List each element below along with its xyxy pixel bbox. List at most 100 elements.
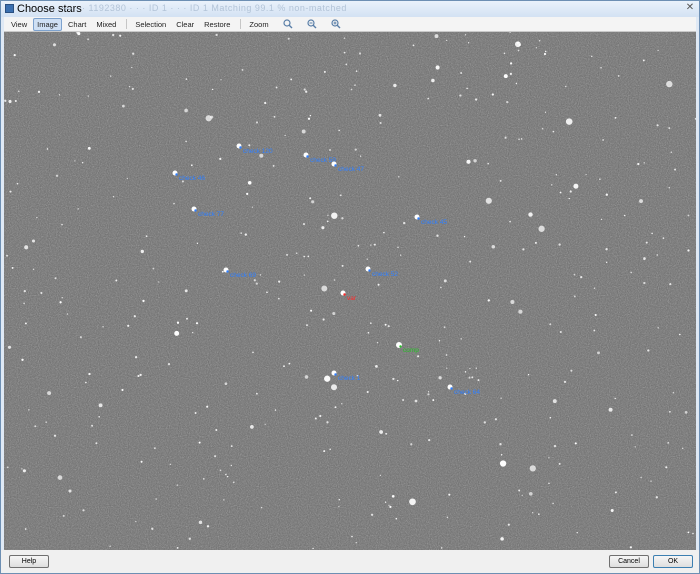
star-field-image[interactable]: check 120 check 59 check 47 check 46 check 7… xyxy=(4,32,696,550)
star xyxy=(288,362,291,365)
star xyxy=(98,403,103,408)
star xyxy=(494,418,498,421)
star xyxy=(132,52,135,55)
star xyxy=(53,434,57,437)
star xyxy=(535,47,538,49)
star xyxy=(548,482,550,485)
star xyxy=(230,445,233,448)
star xyxy=(145,235,148,238)
toolbar-separator xyxy=(240,19,242,29)
star xyxy=(552,399,557,404)
star xyxy=(396,379,399,382)
star xyxy=(329,448,331,451)
star xyxy=(388,504,390,506)
star xyxy=(400,254,402,256)
star xyxy=(600,218,603,221)
star xyxy=(247,180,252,185)
star xyxy=(319,414,322,418)
star xyxy=(431,78,435,83)
star xyxy=(445,354,448,356)
star xyxy=(127,324,130,327)
star xyxy=(303,274,306,276)
star xyxy=(385,432,388,435)
star xyxy=(553,444,557,448)
clear-button[interactable]: Clear xyxy=(172,18,198,31)
star-label-check: check 77 xyxy=(198,211,224,218)
star xyxy=(314,417,317,420)
star xyxy=(687,249,690,252)
star xyxy=(17,90,20,93)
zoom-label: Zoom xyxy=(249,19,269,29)
star xyxy=(409,498,416,506)
star xyxy=(28,409,30,411)
zoom-out-icon[interactable] xyxy=(306,19,317,29)
star xyxy=(77,208,79,210)
star xyxy=(504,136,507,139)
star xyxy=(373,243,376,246)
star xyxy=(47,391,52,396)
star xyxy=(244,233,247,236)
star xyxy=(121,388,124,392)
view-button[interactable]: View xyxy=(7,18,31,31)
star-field-canvas[interactable]: check 120check 59check 47check 46check 7… xyxy=(4,32,696,550)
star xyxy=(645,241,648,244)
star xyxy=(631,434,633,436)
star xyxy=(109,545,111,547)
star xyxy=(6,254,8,257)
star xyxy=(220,79,222,81)
star xyxy=(427,97,430,100)
star xyxy=(322,318,325,321)
cancel-button[interactable]: Cancel xyxy=(609,555,649,568)
star xyxy=(376,341,379,344)
star xyxy=(662,237,665,239)
star xyxy=(665,466,668,469)
ok-button[interactable]: OK xyxy=(653,555,693,568)
zoom-fit-icon[interactable] xyxy=(282,19,293,29)
star xyxy=(464,371,467,373)
mixed-button[interactable]: Mixed xyxy=(92,18,120,31)
star xyxy=(102,326,104,328)
star xyxy=(576,532,578,534)
zoom-in-icon[interactable] xyxy=(330,19,341,29)
star-label-check: check 1 xyxy=(338,375,361,382)
star xyxy=(345,63,348,66)
star xyxy=(499,179,502,182)
star xyxy=(509,62,513,65)
restore-button[interactable]: Restore xyxy=(200,18,234,31)
star xyxy=(215,33,218,37)
star xyxy=(307,255,310,258)
star xyxy=(475,367,477,369)
close-icon[interactable]: ✕ xyxy=(683,1,697,14)
star xyxy=(7,345,12,349)
star xyxy=(34,425,37,428)
star xyxy=(339,194,342,197)
star xyxy=(506,101,509,104)
star xyxy=(225,473,227,476)
star xyxy=(668,186,671,189)
star xyxy=(24,322,27,325)
star xyxy=(623,214,626,217)
star xyxy=(487,299,490,302)
star xyxy=(274,409,277,411)
chart-button[interactable]: Chart xyxy=(64,18,90,31)
star xyxy=(605,261,608,263)
star xyxy=(427,393,430,396)
image-button[interactable]: Image xyxy=(33,17,62,31)
star xyxy=(338,505,340,508)
star xyxy=(544,111,547,113)
star xyxy=(303,255,306,258)
star xyxy=(131,66,133,69)
star xyxy=(377,283,380,286)
star xyxy=(275,86,278,89)
selection-button[interactable]: Selection xyxy=(131,18,170,31)
star xyxy=(324,375,331,382)
star xyxy=(674,168,677,171)
star xyxy=(309,197,312,200)
star xyxy=(643,162,645,164)
star xyxy=(668,410,671,413)
star xyxy=(357,244,360,247)
star xyxy=(383,231,385,234)
star-label-var: var xyxy=(347,295,357,302)
help-button[interactable]: Help xyxy=(9,555,49,568)
star-marker xyxy=(334,164,337,167)
